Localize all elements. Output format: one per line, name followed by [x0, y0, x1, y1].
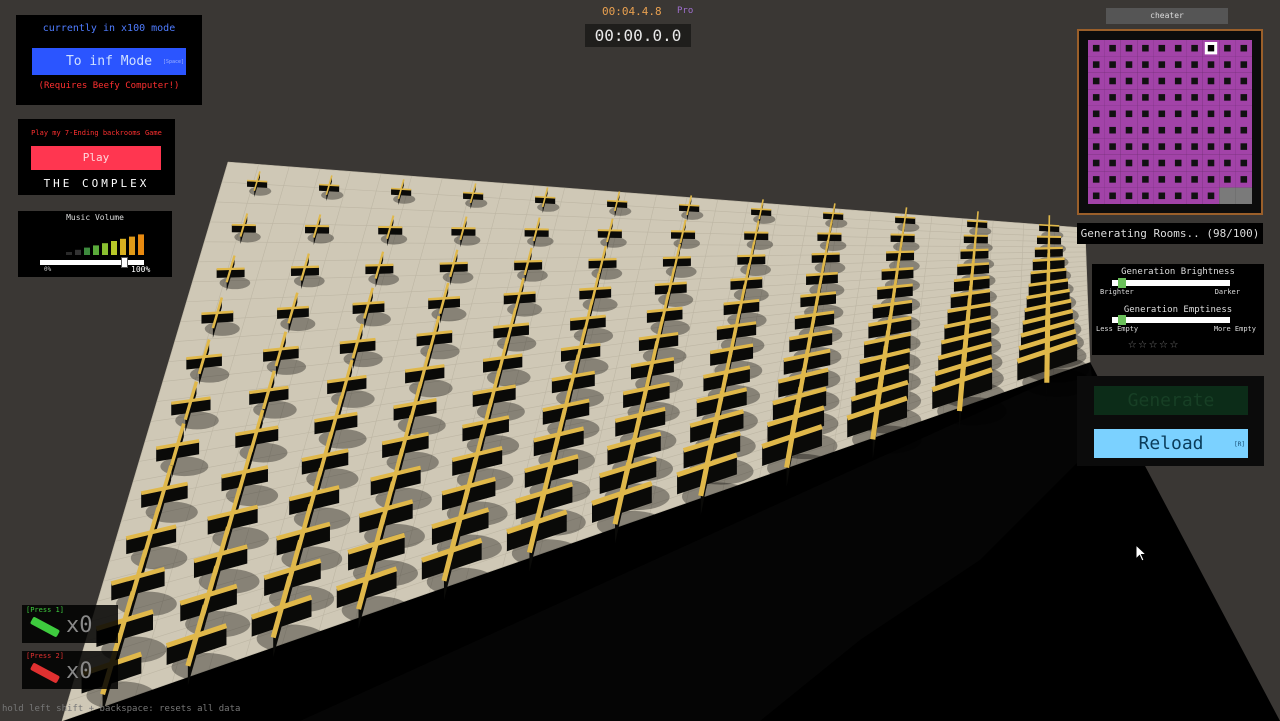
- music-volume-panel: Music Volume 0% 100%: [18, 211, 172, 277]
- brightness-right-label: Darker: [1214, 288, 1240, 296]
- reload-key-hint: [R]: [1234, 441, 1245, 448]
- emptiness-slider[interactable]: [1112, 315, 1230, 325]
- volume-bar: [84, 247, 90, 255]
- mouse-cursor-icon: [1135, 544, 1148, 562]
- best-time: 00:04.4.8: [602, 5, 662, 18]
- volume-bar: [129, 236, 135, 255]
- run-timer: 00:00.0.0: [585, 24, 691, 47]
- emptiness-label: Generation Emptiness: [1123, 305, 1233, 315]
- brightness-slider[interactable]: [1112, 278, 1230, 288]
- slot-1-hint: [Press 1]: [26, 606, 64, 614]
- promo-title: Play my 7-Ending backrooms Game: [31, 129, 162, 137]
- emptiness-handle[interactable]: [1117, 315, 1126, 325]
- reload-button[interactable]: Reload [R]: [1094, 429, 1248, 458]
- brightness-handle[interactable]: [1117, 278, 1126, 288]
- minimap-pending-room: [1219, 187, 1236, 204]
- volume-bar: [111, 241, 117, 255]
- star-rating-icon: ☆☆☆☆☆: [1128, 336, 1181, 352]
- volume-bar: [120, 238, 126, 255]
- slot-1-count: x0: [66, 613, 93, 638]
- red-glowstick-icon: [29, 662, 61, 684]
- slot-2-hint: [Press 2]: [26, 652, 64, 660]
- minimap: [1088, 40, 1252, 204]
- generation-settings-panel: Generation Brightness Brighter Darker Ge…: [1092, 264, 1264, 355]
- slot-2-count: x0: [66, 659, 93, 684]
- music-volume-handle[interactable]: [121, 257, 129, 268]
- inf-mode-key-hint: [Space]: [162, 59, 184, 65]
- pro-badge: Pro: [677, 6, 694, 16]
- generate-button[interactable]: Generate: [1094, 386, 1248, 415]
- volume-bar: [102, 243, 108, 255]
- volume-bar: [75, 249, 81, 255]
- brightness-label: Generation Brightness: [1121, 267, 1235, 277]
- play-button[interactable]: Play: [31, 146, 161, 170]
- reset-hint: hold left shift + backspace: resets all …: [2, 704, 241, 714]
- volume-max-label: 100%: [131, 265, 151, 274]
- volume-min-label: 0%: [44, 266, 52, 273]
- minimap-pending-room: [1235, 187, 1252, 204]
- promo-game-name: THE COMPLEX: [43, 177, 150, 190]
- music-volume-fill: [40, 260, 144, 265]
- mode-requirement-note: (Requires Beefy Computer!): [38, 81, 180, 91]
- green-glowstick-icon: [29, 616, 61, 638]
- music-volume-title: Music Volume: [66, 213, 124, 222]
- emptiness-right-label: More Empty: [1213, 325, 1256, 333]
- volume-bar: [138, 234, 144, 255]
- inventory-slot-red[interactable]: [Press 2] x0: [22, 651, 118, 689]
- cheater-label: cheater: [1106, 8, 1228, 24]
- minimap-panel: [1077, 29, 1263, 215]
- generation-status: Generating Rooms.. (98/100): [1077, 223, 1263, 244]
- music-volume-slider[interactable]: [40, 257, 144, 268]
- inf-mode-button-label: To inf Mode: [65, 54, 153, 69]
- volume-bar: [93, 245, 99, 255]
- inf-mode-button[interactable]: To inf Mode [Space]: [32, 48, 186, 75]
- inventory-slot-green[interactable]: [Press 1] x0: [22, 605, 118, 643]
- brightness-left-label: Brighter: [1100, 288, 1134, 296]
- mode-status-text: currently in x100 mode: [42, 23, 176, 34]
- emptiness-left-label: Less Empty: [1096, 325, 1139, 333]
- reload-button-label: Reload: [1138, 433, 1204, 454]
- volume-bar: [66, 252, 72, 255]
- promo-panel: Play my 7-Ending backrooms Game Play THE…: [18, 119, 175, 195]
- action-panel: Generate Reload [R]: [1077, 376, 1264, 466]
- mode-panel: currently in x100 mode To inf Mode [Spac…: [16, 15, 202, 105]
